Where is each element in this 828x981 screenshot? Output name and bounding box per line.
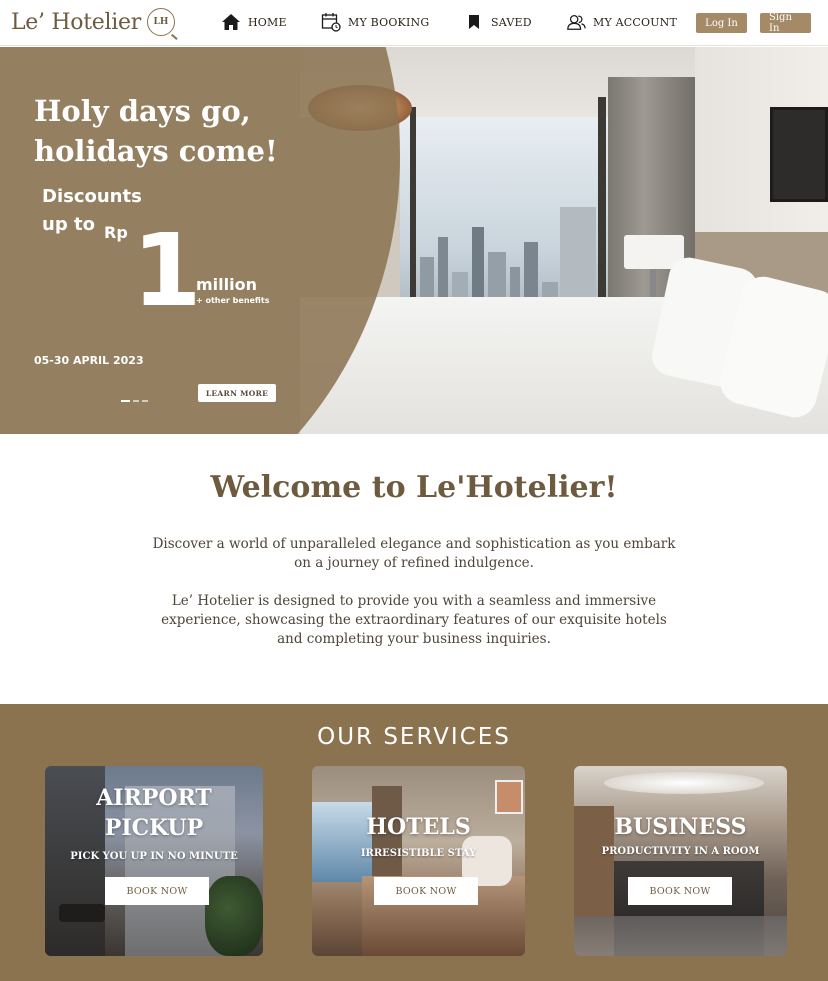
welcome-paragraph-2: Le’ Hotelier is designed to provide you … bbox=[161, 593, 667, 647]
airport-title-line2: PICKUP bbox=[104, 815, 204, 841]
carousel-dot-1[interactable] bbox=[121, 400, 130, 402]
brand-name: Le’ Hotelier bbox=[11, 9, 141, 35]
carousel-indicators bbox=[121, 400, 148, 402]
hero-unit: million bbox=[196, 275, 257, 294]
airport-subtitle: PICK YOU UP IN NO MINUTE bbox=[70, 851, 238, 862]
meeting-room-image bbox=[574, 766, 787, 956]
calendar-icon bbox=[321, 12, 341, 32]
business-title: BUSINESS bbox=[614, 814, 747, 840]
hero-banner: Holy days go, holidays come! Discounts u… bbox=[0, 47, 828, 434]
carousel-dot-3[interactable] bbox=[142, 400, 148, 402]
signin-button[interactable]: Sign In bbox=[760, 12, 811, 34]
login-button[interactable]: Log In bbox=[696, 13, 747, 33]
hotels-title: HOTELS bbox=[366, 814, 471, 840]
nav-my-account-label: MY ACCOUNT bbox=[593, 15, 678, 29]
airport-book-now-button[interactable]: BOOK NOW bbox=[105, 877, 209, 905]
nav-my-booking-label: MY BOOKING bbox=[348, 15, 430, 29]
hotel-room-image bbox=[312, 766, 525, 956]
service-card-airport[interactable]: AIRPORT PICKUP PICK YOU UP IN NO MINUTE … bbox=[45, 766, 263, 956]
service-card-hotels[interactable]: HOTELS IRRESISTIBLE STAY BOOK NOW bbox=[312, 766, 525, 956]
brand-monogram-icon: LH bbox=[146, 8, 175, 36]
nav-my-account[interactable]: MY ACCOUNT bbox=[566, 12, 677, 32]
business-book-now-button[interactable]: BOOK NOW bbox=[628, 877, 732, 905]
users-icon bbox=[566, 12, 586, 32]
hero-title: Holy days go, holidays come! bbox=[34, 94, 278, 168]
carousel-dot-2[interactable] bbox=[133, 400, 139, 402]
hero-amount: 1 bbox=[132, 212, 202, 329]
brand-logo[interactable]: Le’ Hotelier LH bbox=[11, 8, 175, 36]
top-navbar: Le’ Hotelier LH HOME MY BOOKING SAVED MY… bbox=[0, 0, 828, 46]
nav-home-label: HOME bbox=[248, 15, 287, 29]
nav-saved[interactable]: SAVED bbox=[464, 12, 532, 32]
business-subtitle: PRODUCTIVITY IN A ROOM bbox=[601, 846, 760, 857]
hero-dates: 05-30 APRIL 2023 bbox=[34, 354, 144, 367]
hero-currency: Rp bbox=[104, 223, 128, 242]
nav-home[interactable]: HOME bbox=[221, 12, 287, 32]
hero-benefits: + other benefits bbox=[196, 296, 270, 305]
welcome-paragraph-1: Discover a world of unparalleled eleganc… bbox=[152, 536, 676, 571]
hotels-book-now-button[interactable]: BOOK NOW bbox=[374, 877, 478, 905]
bookmark-icon bbox=[464, 12, 484, 32]
nav-saved-label: SAVED bbox=[491, 15, 532, 29]
services-section: OUR SERVICES AIRPORT PICKUP PICK YOU UP … bbox=[0, 704, 828, 981]
hotels-subtitle: IRRESISTIBLE STAY bbox=[360, 848, 477, 859]
learn-more-button[interactable]: LEARN MORE bbox=[198, 384, 276, 402]
airport-title-line1: AIRPORT bbox=[96, 785, 212, 811]
welcome-title: Welcome to Le'Hotelier! bbox=[210, 470, 618, 505]
home-icon bbox=[221, 12, 241, 32]
nav-my-booking[interactable]: MY BOOKING bbox=[321, 12, 429, 32]
services-title: OUR SERVICES bbox=[317, 724, 511, 750]
service-card-business[interactable]: BUSINESS PRODUCTIVITY IN A ROOM BOOK NOW bbox=[574, 766, 787, 956]
